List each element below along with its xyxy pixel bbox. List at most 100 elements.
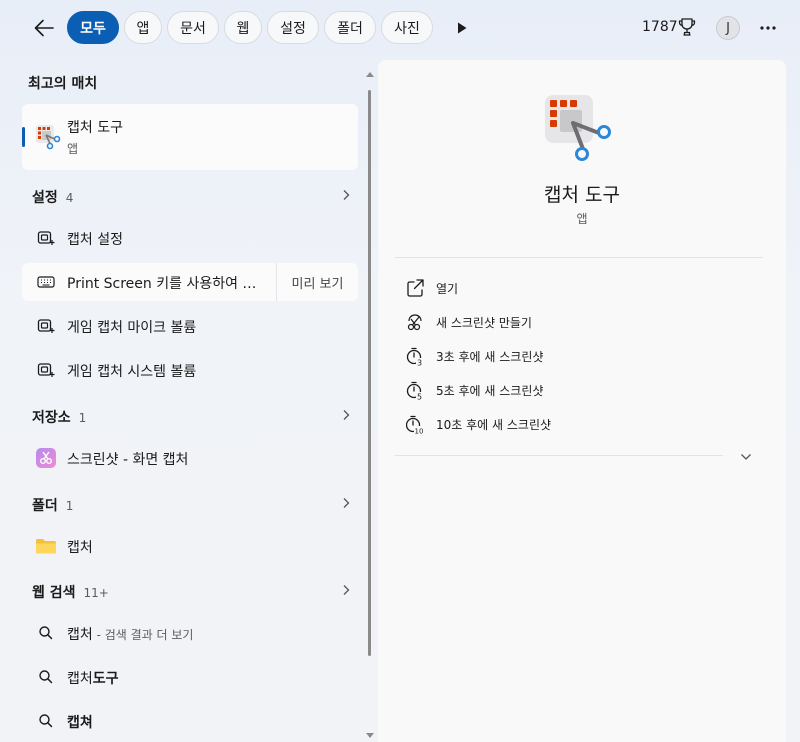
settings-header[interactable]: 설정 4 bbox=[32, 187, 73, 207]
web-item-suggestion: 도구 bbox=[92, 671, 119, 687]
folder-icon bbox=[36, 539, 56, 554]
action-screenshot-3s[interactable]: 3 3초 후에 새 스크린샷 bbox=[406, 344, 746, 368]
scroll-down-icon[interactable] bbox=[365, 732, 375, 740]
more-filters-button[interactable] bbox=[453, 19, 471, 37]
web-item-label: 캡쳐 bbox=[67, 712, 93, 732]
capture-settings-icon bbox=[37, 319, 55, 333]
timer-10-icon: 10 bbox=[406, 415, 424, 435]
search-icon bbox=[39, 670, 53, 684]
arrow-left-icon bbox=[34, 19, 54, 37]
selection-indicator bbox=[22, 127, 25, 147]
filter-settings[interactable]: 설정 bbox=[267, 11, 319, 44]
store-count: 1 bbox=[78, 411, 87, 425]
best-match-title: 캡처 도구 bbox=[67, 120, 123, 136]
folder-item-label: 캡처 bbox=[67, 540, 93, 556]
action-new-screenshot[interactable]: 새 스크린샷 만들기 bbox=[406, 310, 746, 334]
settings-item-label: 게임 캡처 시스템 볼륨 bbox=[67, 364, 197, 380]
trophy-icon bbox=[678, 18, 696, 36]
folders-header[interactable]: 폴더 1 bbox=[32, 495, 73, 515]
store-header[interactable]: 저장소 1 bbox=[32, 407, 86, 427]
folder-item-capture[interactable]: 캡처 bbox=[22, 527, 358, 565]
svg-text:10: 10 bbox=[415, 428, 424, 435]
play-icon bbox=[458, 22, 467, 34]
web-item-capture[interactable]: 캡처 - 검색 결과 더 보기 bbox=[22, 614, 358, 652]
action-label: 10초 후에 새 스크린샷 bbox=[436, 418, 552, 432]
action-open[interactable]: 열기 bbox=[406, 276, 746, 300]
action-screenshot-10s[interactable]: 10 10초 후에 새 스크린샷 bbox=[406, 412, 746, 436]
preview-button[interactable]: 미리 보기 bbox=[276, 263, 358, 301]
timer-5-icon: 5 bbox=[406, 381, 424, 401]
action-label: 열기 bbox=[436, 282, 459, 296]
web-item-hint: - 검색 결과 더 보기 bbox=[92, 628, 194, 642]
keyboard-icon bbox=[37, 276, 55, 288]
folders-count: 1 bbox=[65, 499, 74, 513]
settings-item-label: 캡처 설정 bbox=[67, 232, 123, 248]
web-item-query: 캡처 bbox=[67, 671, 93, 687]
web-item-capture-tool[interactable]: 캡처도구 bbox=[22, 658, 358, 696]
action-screenshot-5s[interactable]: 5 5초 후에 새 스크린샷 bbox=[406, 378, 746, 402]
web-item-capture-alt[interactable]: 캡쳐 bbox=[22, 702, 358, 740]
chevron-right-icon[interactable] bbox=[340, 497, 352, 509]
web-search-count: 11+ bbox=[83, 586, 109, 600]
settings-count: 4 bbox=[65, 191, 74, 205]
web-item-label: 캡처도구 bbox=[67, 668, 119, 688]
action-label: 3초 후에 새 스크린샷 bbox=[436, 350, 544, 364]
web-search-header-label: 웹 검색 bbox=[32, 585, 76, 601]
store-item-label: 스크린샷 - 화면 캡처 bbox=[67, 452, 189, 468]
snipping-tool-icon bbox=[545, 95, 611, 161]
filter-all[interactable]: 모두 bbox=[67, 11, 119, 44]
rewards-button[interactable] bbox=[678, 17, 696, 37]
more-options-button[interactable] bbox=[756, 16, 780, 40]
back-button[interactable] bbox=[30, 14, 58, 42]
details-app-title: 캡처 도구 bbox=[544, 184, 620, 206]
store-item-screenshot-app[interactable]: 스크린샷 - 화면 캡처 bbox=[22, 439, 358, 477]
divider bbox=[395, 257, 763, 258]
store-header-label: 저장소 bbox=[32, 410, 71, 426]
screenshot-app-icon bbox=[36, 448, 56, 468]
settings-item-game-system-volume[interactable]: 게임 캡처 시스템 볼륨 bbox=[22, 351, 358, 389]
filter-apps[interactable]: 앱 bbox=[124, 11, 162, 44]
settings-item-game-mic-volume[interactable]: 게임 캡처 마이크 볼륨 bbox=[22, 307, 358, 345]
chevron-right-icon[interactable] bbox=[340, 409, 352, 421]
best-match-result[interactable]: 캡처 도구 앱 bbox=[22, 104, 358, 170]
settings-item-label: 게임 캡처 마이크 볼륨 bbox=[67, 320, 197, 336]
new-screenshot-icon bbox=[407, 314, 422, 331]
rewards-points[interactable]: 1787 bbox=[642, 19, 678, 35]
chevron-down-icon[interactable] bbox=[740, 452, 752, 462]
best-match-subtitle: 앱 bbox=[67, 142, 79, 156]
search-icon bbox=[39, 626, 53, 640]
search-filter-bar: 모두 앱 문서 웹 설정 폴더 사진 1787 J bbox=[0, 0, 800, 58]
capture-settings-icon bbox=[37, 231, 55, 245]
snipping-tool-icon bbox=[36, 125, 61, 150]
details-app-type: 앱 bbox=[576, 212, 588, 226]
web-item-suggestion: 캡쳐 bbox=[67, 715, 93, 731]
settings-header-label: 설정 bbox=[32, 190, 58, 206]
scroll-thumb[interactable] bbox=[368, 90, 371, 656]
filter-folders[interactable]: 폴더 bbox=[324, 11, 376, 44]
action-label: 새 스크린샷 만들기 bbox=[436, 316, 532, 330]
filter-web[interactable]: 웹 bbox=[224, 11, 262, 44]
chevron-right-icon[interactable] bbox=[340, 584, 352, 596]
svg-text:5: 5 bbox=[417, 393, 422, 401]
svg-text:3: 3 bbox=[417, 359, 422, 367]
settings-item-capture-settings[interactable]: 캡처 설정 bbox=[22, 219, 358, 257]
details-panel: 캡처 도구 앱 열기 새 스크린샷 만들기 3 3초 후에 새 스크린샷 5 5… bbox=[378, 60, 786, 742]
search-icon bbox=[39, 714, 53, 728]
web-item-query: 캡처 bbox=[67, 627, 93, 643]
scroll-up-icon[interactable] bbox=[365, 70, 375, 78]
action-label: 5초 후에 새 스크린샷 bbox=[436, 384, 544, 398]
folders-header-label: 폴더 bbox=[32, 498, 58, 514]
settings-item-label: Print Screen 키를 사용하여 … bbox=[67, 276, 257, 292]
chevron-right-icon[interactable] bbox=[340, 189, 352, 201]
web-item-label: 캡처 - 검색 결과 더 보기 bbox=[67, 624, 193, 644]
filter-photos[interactable]: 사진 bbox=[381, 11, 433, 44]
capture-settings-icon bbox=[37, 363, 55, 377]
more-icon bbox=[760, 26, 776, 30]
web-search-header[interactable]: 웹 검색 11+ bbox=[32, 582, 109, 602]
filter-documents[interactable]: 문서 bbox=[167, 11, 219, 44]
settings-item-print-screen[interactable]: Print Screen 키를 사용하여 … 미리 보기 bbox=[22, 263, 358, 301]
avatar[interactable]: J bbox=[716, 16, 740, 40]
open-external-icon bbox=[407, 279, 424, 297]
timer-3-icon: 3 bbox=[406, 347, 424, 367]
divider bbox=[395, 455, 723, 456]
